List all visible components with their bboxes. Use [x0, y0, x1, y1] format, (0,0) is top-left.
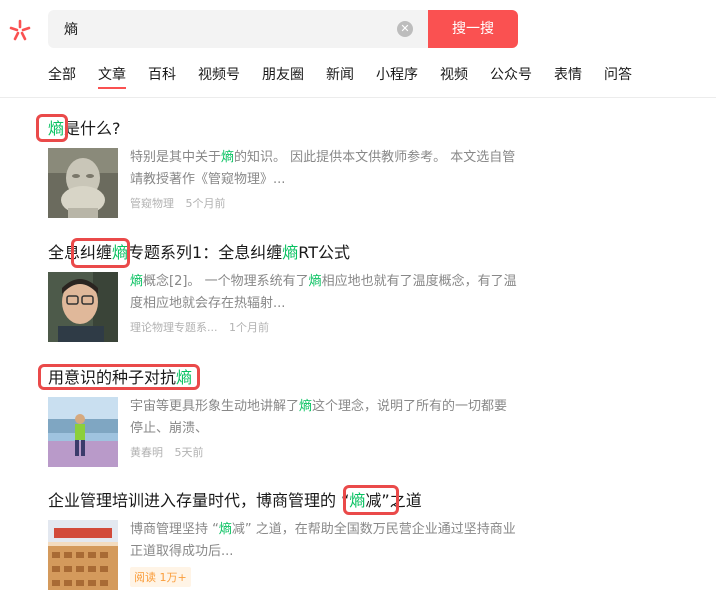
result-snippet: 熵概念[2]。 一个物理系统有了熵相应地也就有了温度概念，有了温度相应地就会存在…	[130, 271, 520, 315]
result-time: 5个月前	[185, 197, 226, 210]
result-time: 1个月前	[229, 321, 269, 334]
result-meta: 阅读 1万+	[130, 567, 199, 587]
search-input[interactable]	[64, 19, 384, 39]
tab-news[interactable]: 新闻	[326, 66, 354, 90]
result-thumbnail	[48, 272, 118, 342]
text-segment: 特别是其中关于	[130, 150, 222, 165]
result-author[interactable]: 黄春明	[130, 446, 163, 459]
keyword-highlight: 熵	[221, 150, 235, 165]
tab-all[interactable]: 全部	[48, 66, 76, 90]
tab-official-accounts[interactable]: 公众号	[490, 66, 532, 90]
result-meta: 管窥物理 5个月前	[130, 195, 234, 211]
result-item[interactable]: 全息纠缠熵专题系列1：全息纠缠熵RT公式 熵概念[2]。 一个物理系统有了熵相应…	[48, 241, 688, 351]
text-segment: RT公式	[298, 243, 350, 262]
text-segment: 专题系列1：全息纠缠	[128, 243, 283, 262]
result-meta: 黄春明 5天前	[130, 444, 212, 460]
tab-moments[interactable]: 朋友圈	[262, 66, 304, 90]
tab-mini-programs[interactable]: 小程序	[376, 66, 418, 90]
text-segment: 概念[2]。 一个物理系统有了	[143, 274, 309, 289]
result-title[interactable]: 熵是什么?	[48, 117, 688, 141]
tab-videos[interactable]: 视频	[440, 66, 468, 90]
tab-encyclopedia[interactable]: 百科	[148, 66, 176, 90]
keyword-highlight: 熵	[308, 274, 322, 289]
clear-icon[interactable]: ✕	[397, 21, 413, 37]
result-thumbnail	[48, 520, 118, 590]
text-segment: 宇宙等更具形象生动地讲解了	[130, 399, 300, 414]
search-box[interactable]: ✕	[48, 10, 428, 48]
search-button[interactable]: 搜一搜	[428, 10, 518, 48]
result-source[interactable]: 管窥物理	[130, 197, 174, 210]
keyword-highlight: 熵	[282, 243, 299, 262]
tab-articles[interactable]: 文章	[98, 66, 126, 90]
highlight-box	[71, 238, 130, 268]
tab-qa[interactable]: 问答	[604, 66, 632, 90]
highlight-box	[38, 364, 200, 390]
tab-channels[interactable]: 视频号	[198, 66, 240, 90]
keyword-highlight: 熵	[130, 274, 144, 289]
result-snippet: 特别是其中关于熵的知识。 因此提供本文供教师参考。 本文选自管靖教授著作《管窥物…	[130, 147, 520, 191]
result-time: 5天前	[174, 446, 204, 459]
keyword-highlight: 熵	[299, 399, 313, 414]
result-thumbnail	[48, 397, 118, 467]
search-header: ✕ 搜一搜 全部 文章 百科 视频号 朋友圈 新闻 小程序 视频 公众号 表情 …	[0, 0, 716, 98]
tab-stickers[interactable]: 表情	[554, 66, 582, 90]
keyword-highlight: 熵	[218, 522, 232, 537]
result-source[interactable]: 理论物理专题系...	[130, 321, 218, 334]
logo-icon	[9, 19, 31, 41]
tab-bar: 全部 文章 百科 视频号 朋友圈 新闻 小程序 视频 公众号 表情 问答	[48, 66, 654, 90]
result-thumbnail	[48, 148, 118, 218]
text-segment: 企业管理培训进入存量时代，博商管理的 “	[48, 491, 350, 510]
highlight-box	[36, 114, 68, 142]
highlight-box	[343, 485, 399, 515]
result-title[interactable]: 全息纠缠熵专题系列1：全息纠缠熵RT公式	[48, 241, 688, 265]
text-segment: 博商管理坚持 “	[130, 522, 219, 537]
result-snippet: 博商管理坚持 “熵减” 之道，在帮助全国数万民营企业通过坚持商业正道取得成功后.…	[130, 519, 520, 563]
result-snippet: 宇宙等更具形象生动地讲解了熵这个理念，说明了所有的一切都要停止、崩溃、	[130, 396, 520, 440]
read-count-badge: 阅读 1万+	[130, 567, 191, 587]
result-item[interactable]: 熵是什么? 特别是其中关于熵的知识。 因此提供本文供教师参考。 本文选自管靖教授…	[48, 117, 688, 227]
result-meta: 理论物理专题系... 1个月前	[130, 319, 277, 335]
text-segment: 是什么?	[64, 119, 121, 138]
